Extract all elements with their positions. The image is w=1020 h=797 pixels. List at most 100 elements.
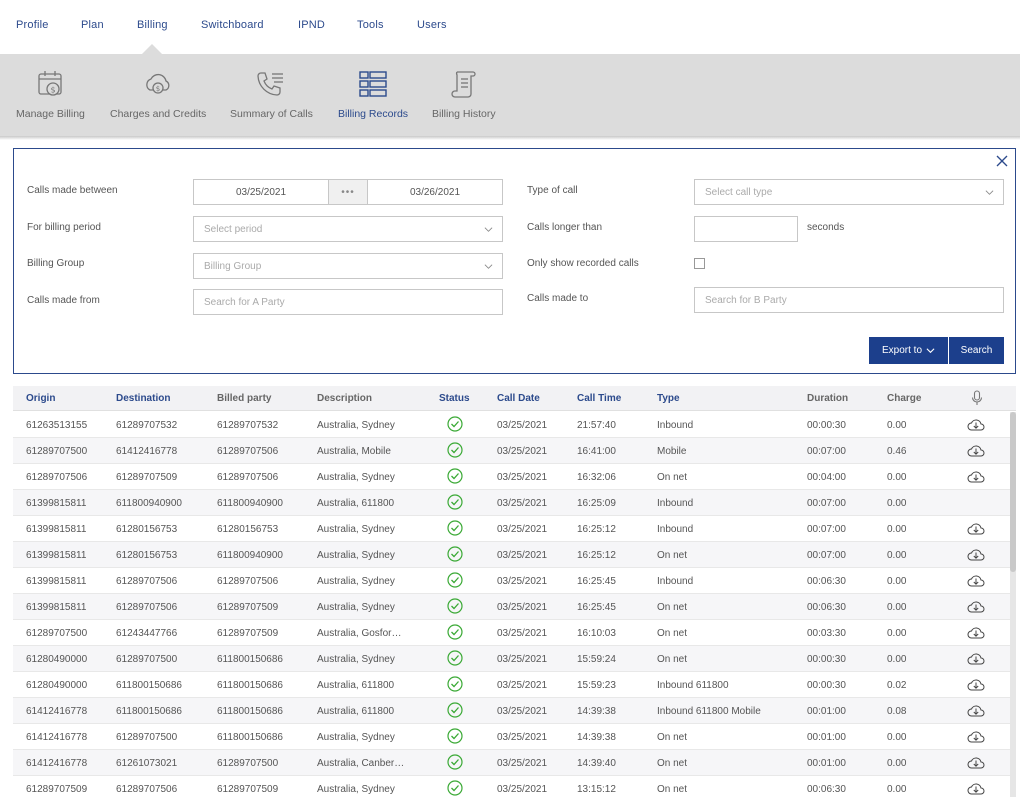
col-billed-party[interactable]: Billed party (217, 393, 271, 404)
cell-time: 15:59:23 (577, 680, 616, 691)
col-call-time[interactable]: Call Time (577, 393, 621, 404)
cell-type: Inbound 611800 Mobile (657, 706, 761, 717)
chevron-down-icon (926, 348, 935, 354)
tab-ipnd[interactable]: IPND (298, 19, 325, 31)
cell-destination: 61412416778 (116, 446, 178, 457)
cell-destination: 61289707506 (116, 576, 178, 587)
cell-billed: 61289707509 (217, 602, 279, 613)
cell-charge: 0.08 (887, 706, 907, 717)
table-row[interactable]: 61289707500 61243447766 61289707509 Austral… (13, 620, 1010, 646)
subnav-manage-billing[interactable]: $ Manage Billing (16, 68, 85, 120)
cloud-download-icon[interactable] (967, 677, 985, 692)
top-nav: Profile Plan Billing Switchboard IPND To… (0, 0, 1020, 54)
table-row[interactable]: 61280490000 611800150686 611800150686 Austr… (13, 672, 1010, 698)
col-destination[interactable]: Destination (116, 393, 170, 404)
table-row[interactable]: 61399815811 61289707506 61289707509 Austral… (13, 594, 1010, 620)
col-duration[interactable]: Duration (807, 393, 848, 404)
table-row[interactable]: 61399815811 61280156753 61280156753 Austral… (13, 516, 1010, 542)
table-scrollbar[interactable] (1010, 412, 1016, 797)
table-row[interactable]: 61412416778 61261073021 61289707500 Austral… (13, 750, 1010, 776)
subnav-label: Charges and Credits (110, 108, 207, 120)
subnav-charges-credits[interactable]: $ Charges and Credits (110, 68, 206, 120)
col-origin[interactable]: Origin (26, 393, 55, 404)
cloud-download-icon[interactable] (967, 703, 985, 718)
scrollbar-thumb[interactable] (1010, 412, 1016, 572)
billing-period-label: For billing period (27, 222, 101, 233)
cloud-download-icon[interactable] (967, 729, 985, 744)
subnav-label: Billing History (432, 108, 496, 120)
table-row[interactable]: 61399815811 61289707506 61289707506 Austral… (13, 568, 1010, 594)
cloud-download-icon[interactable] (967, 781, 985, 796)
calls-longer-input[interactable] (694, 216, 798, 242)
table-row[interactable]: 61412416778 61289707500 611800150686 Austra… (13, 724, 1010, 750)
table-row[interactable]: 61289707509 61289707506 61289707509 Austral… (13, 776, 1010, 797)
export-to-button[interactable]: Export to (869, 337, 948, 364)
table-row[interactable]: 61412416778 611800150686 611800150686 Austr… (13, 698, 1010, 724)
cloud-download-icon[interactable] (967, 547, 985, 562)
table-row[interactable]: 61280490000 61289707500 611800150686 Austra… (13, 646, 1010, 672)
subnav-label: Summary of Calls (230, 108, 313, 120)
table-row[interactable]: 61263513155 61289707532 61289707532 Austral… (13, 412, 1010, 438)
tab-users[interactable]: Users (417, 19, 447, 31)
tab-switchboard[interactable]: Switchboard (201, 19, 264, 31)
cloud-download-icon[interactable] (967, 443, 985, 458)
cell-duration: 00:01:00 (807, 732, 846, 743)
cell-time: 16:25:45 (577, 576, 616, 587)
cell-billed: 61289707509 (217, 628, 279, 639)
cell-origin: 61412416778 (26, 732, 88, 743)
close-icon[interactable] (995, 154, 1009, 168)
date-to-input[interactable]: 03/26/2021 (367, 179, 503, 205)
col-call-date[interactable]: Call Date (497, 393, 540, 404)
cell-time: 16:25:45 (577, 602, 616, 613)
col-description[interactable]: Description (317, 393, 372, 404)
call-type-select[interactable]: Select call type (694, 179, 1004, 205)
cell-billed: 611800150686 (217, 732, 283, 743)
cell-duration: 00:01:00 (807, 758, 846, 769)
subnav-billing-records[interactable]: Billing Records (338, 68, 408, 120)
cloud-download-icon[interactable] (967, 573, 985, 588)
cloud-download-icon[interactable] (967, 651, 985, 666)
cell-duration: 00:06:30 (807, 784, 846, 795)
col-type[interactable]: Type (657, 393, 680, 404)
calls-from-input[interactable]: Search for A Party (193, 289, 503, 315)
table-row[interactable]: 61399815811 611800940900 611800940900 Austr… (13, 490, 1010, 516)
cloud-download-icon[interactable] (967, 521, 985, 536)
check-circle-icon (447, 728, 463, 744)
cell-time: 16:32:06 (577, 472, 616, 483)
col-charge[interactable]: Charge (887, 393, 921, 404)
billing-group-select[interactable]: Billing Group (193, 253, 503, 279)
cell-type: On net (657, 472, 688, 483)
billing-period-select[interactable]: Select period (193, 216, 503, 242)
cell-type: On net (657, 732, 688, 743)
cell-origin: 61263513155 (26, 420, 88, 431)
tab-billing[interactable]: Billing (137, 19, 168, 31)
cell-destination: 611800150686 (116, 706, 182, 717)
cell-billed: 61289707532 (217, 420, 279, 431)
table-row[interactable]: 61289707500 61412416778 61289707506 Austral… (13, 438, 1010, 464)
cloud-download-icon[interactable] (967, 625, 985, 640)
cloud-download-icon[interactable] (967, 469, 985, 484)
cell-billed: 611800150686 (217, 706, 283, 717)
cloud-download-icon[interactable] (967, 755, 985, 770)
tab-profile[interactable]: Profile (16, 19, 49, 31)
cloud-download-icon[interactable] (967, 417, 985, 432)
cloud-download-icon[interactable] (967, 599, 985, 614)
cell-billed: 611800940900 (217, 498, 283, 509)
table-header: Origin Destination Billed party Descript… (13, 386, 1016, 411)
subnav-billing-history[interactable]: Billing History (432, 68, 496, 120)
calls-to-input[interactable]: Search for B Party (694, 287, 1004, 313)
tab-tools[interactable]: Tools (357, 19, 384, 31)
table-row[interactable]: 61289707506 61289707509 61289707506 Austral… (13, 464, 1010, 490)
date-from-input[interactable]: 03/25/2021 (193, 179, 329, 205)
chevron-down-icon (985, 190, 994, 195)
table-row[interactable]: 61399815811 61280156753 611800940900 Austra… (13, 542, 1010, 568)
col-status[interactable]: Status (439, 393, 470, 404)
search-button[interactable]: Search (949, 337, 1004, 364)
subnav-summary-calls[interactable]: Summary of Calls (230, 68, 313, 120)
cell-billed: 61280156753 (217, 524, 279, 535)
tab-plan[interactable]: Plan (81, 19, 104, 31)
cell-charge: 0.00 (887, 524, 907, 535)
recorded-calls-checkbox[interactable] (694, 258, 705, 269)
cell-origin: 61399815811 (26, 602, 87, 613)
check-circle-icon (447, 598, 463, 614)
